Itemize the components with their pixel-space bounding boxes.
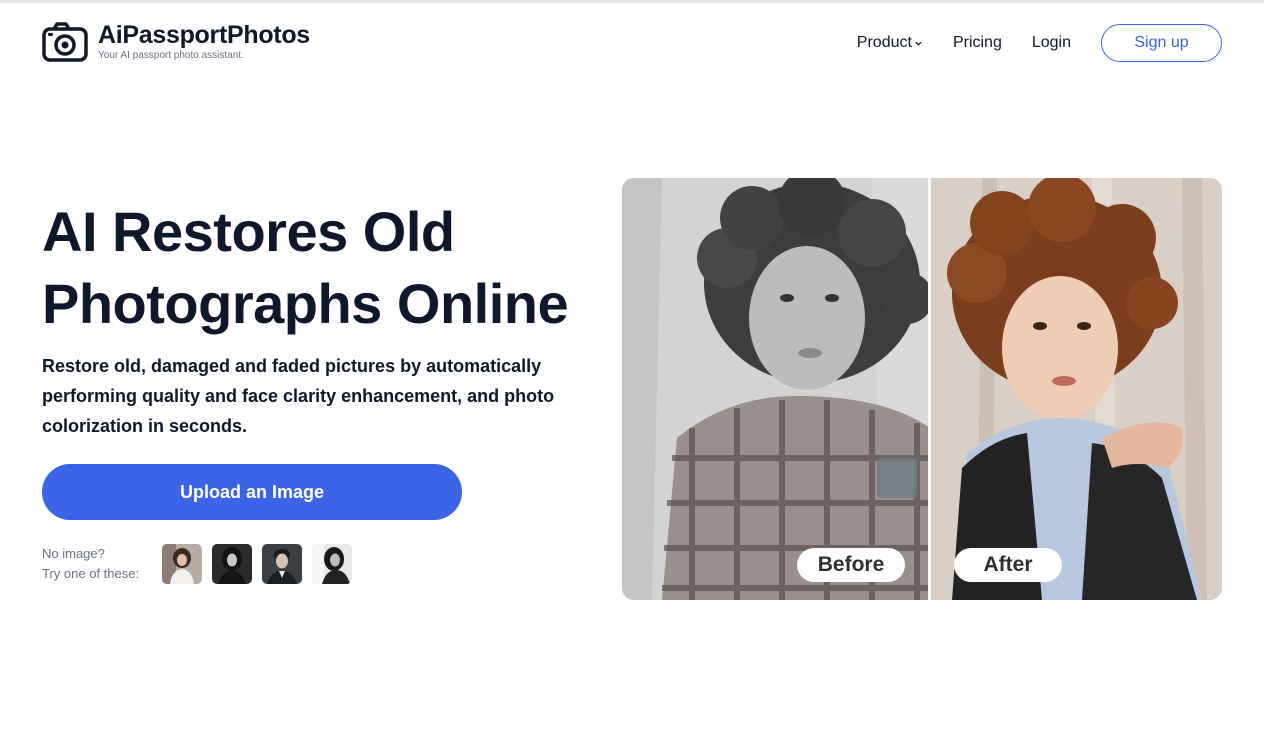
sample-image-4[interactable] [312, 544, 352, 584]
brand-logo[interactable]: AiPassportPhotos Your AI passport photo … [42, 22, 310, 62]
sample-image-1[interactable] [162, 544, 202, 584]
sample-woman-bw-icon [312, 544, 352, 584]
no-image-text: No image? [42, 546, 105, 561]
nav-product-label: Product [856, 34, 912, 51]
sample-image-3[interactable] [262, 544, 302, 584]
sample-images-row: No image? Try one of these: [42, 544, 362, 584]
chevron-down-icon [915, 41, 922, 46]
nav-login[interactable]: Login [1032, 34, 1071, 52]
hero-title: AI Restores Old Photographs Online [42, 196, 612, 340]
sample-prompt: No image? Try one of these: [42, 544, 162, 584]
brand-name: AiPassportPhotos [98, 21, 310, 49]
after-label: After [954, 548, 1062, 582]
upload-image-button[interactable]: Upload an Image [42, 464, 462, 520]
hero-title-line2: Photographs Online [42, 272, 569, 335]
hero-description: Restore old, damaged and faded pictures … [42, 356, 555, 436]
sample-woman-dark-icon [212, 544, 252, 584]
try-these-text: Try one of these: [42, 566, 140, 581]
hero-title-line1: AI Restores Old [42, 200, 455, 263]
nav-pricing[interactable]: Pricing [953, 34, 1002, 52]
main-nav: Product Pricing Login Sign up [857, 24, 1222, 62]
nav-product[interactable]: Product [857, 34, 923, 52]
sample-man-dark-icon [262, 544, 302, 584]
site-header: AiPassportPhotos Your AI passport photo … [42, 22, 1222, 64]
brand-tagline: Your AI passport photo assistant. [98, 50, 244, 61]
before-label: Before [797, 548, 905, 582]
restoration-comparison-graphic [622, 178, 1222, 600]
signup-button[interactable]: Sign up [1101, 24, 1222, 62]
before-after-image: Before After [622, 178, 1222, 600]
sample-woman-light-icon [162, 544, 202, 584]
sample-image-2[interactable] [212, 544, 252, 584]
camera-logo-icon [42, 22, 88, 62]
top-border [0, 0, 1264, 3]
